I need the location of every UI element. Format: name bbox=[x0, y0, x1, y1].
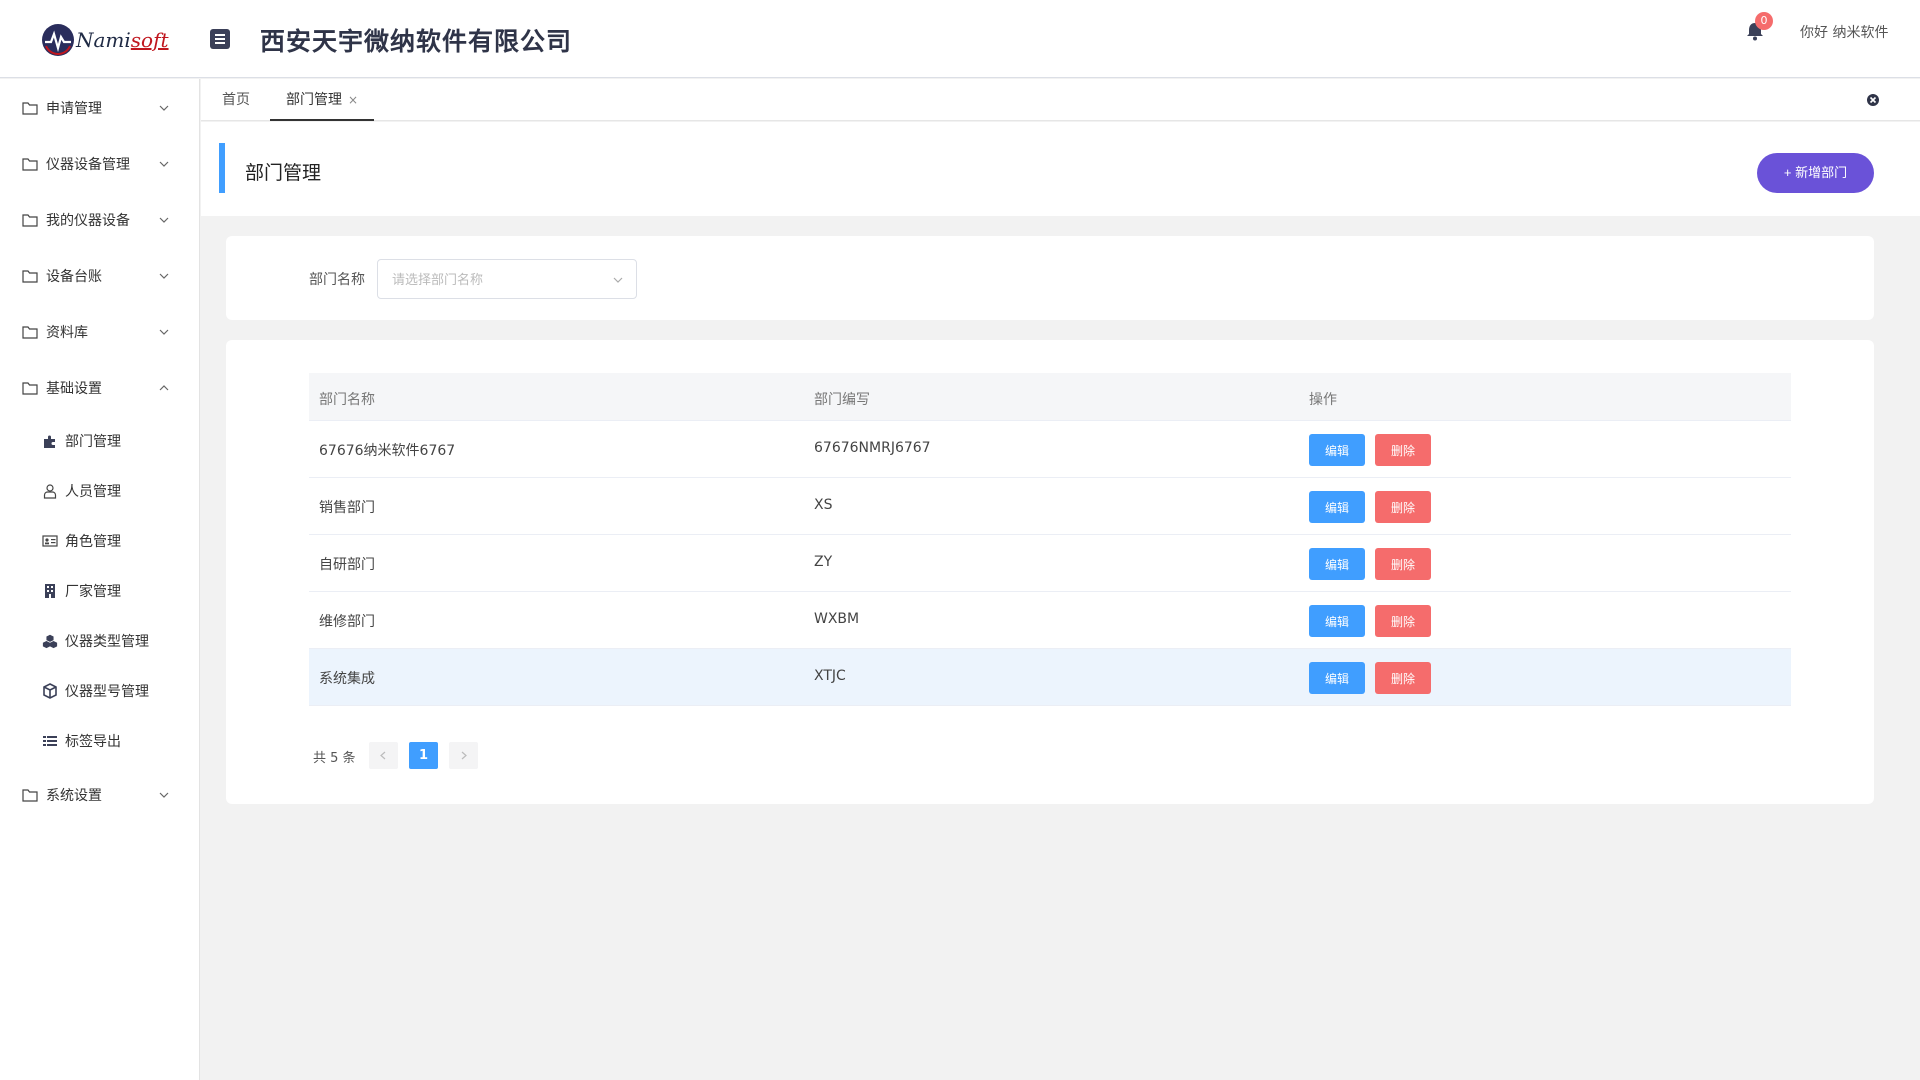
title-accent-bar bbox=[219, 143, 225, 193]
cell-department-name: 67676纳米软件6767 bbox=[319, 443, 456, 459]
cell-department-name: 自研部门 bbox=[319, 557, 375, 573]
sidebar-subitem-manufacturers[interactable]: 厂家管理 bbox=[0, 573, 200, 609]
chevron-down-icon bbox=[159, 217, 169, 223]
folder-icon bbox=[22, 326, 38, 339]
top-header: Namisoft 西安天宇微纳软件有限公司 0 你好 纳米软件 bbox=[0, 0, 1920, 78]
column-header-name: 部门名称 bbox=[319, 392, 375, 408]
edit-button[interactable]: 编辑 bbox=[1309, 548, 1365, 580]
page-header: 部门管理 + 新增部门 bbox=[201, 122, 1920, 216]
column-header-actions: 操作 bbox=[1309, 392, 1337, 408]
cell-department-code: XTJC bbox=[814, 668, 846, 684]
folder-icon bbox=[22, 214, 38, 227]
list-icon bbox=[43, 736, 57, 746]
user-icon bbox=[43, 484, 57, 499]
folder-icon bbox=[22, 270, 38, 283]
sidebar-subitem-departments[interactable]: 部门管理 bbox=[0, 423, 200, 459]
delete-button[interactable]: 删除 bbox=[1375, 662, 1431, 694]
sidebar-item-application[interactable]: 申请管理 bbox=[0, 88, 200, 128]
cell-department-name: 销售部门 bbox=[319, 500, 375, 516]
folder-icon bbox=[22, 789, 38, 802]
sidebar-subitem-instrument-types[interactable]: 仪器类型管理 bbox=[0, 623, 200, 659]
close-all-tabs-icon[interactable] bbox=[1866, 93, 1880, 107]
sidebar-subitem-instrument-models[interactable]: 仪器型号管理 bbox=[0, 673, 200, 709]
table-panel: 部门名称 部门编写 操作 67676纳米软件6767 67676NMRJ6767… bbox=[226, 340, 1874, 804]
edit-button[interactable]: 编辑 bbox=[1309, 605, 1365, 637]
chevron-down-icon bbox=[159, 792, 169, 798]
filter-label: 部门名称 bbox=[309, 272, 365, 288]
tab-close-icon[interactable]: × bbox=[348, 93, 358, 107]
sidebar-subitem-roles[interactable]: 角色管理 bbox=[0, 523, 200, 559]
chevron-down-icon bbox=[159, 105, 169, 111]
notification-badge: 0 bbox=[1755, 12, 1773, 30]
tab-departments[interactable]: 部门管理 × bbox=[270, 79, 375, 121]
sidebar-item-ledger[interactable]: 设备台账 bbox=[0, 256, 200, 296]
sidebar-item-instruments[interactable]: 仪器设备管理 bbox=[0, 144, 200, 184]
cell-department-code: ZY bbox=[814, 554, 833, 570]
delete-button[interactable]: 删除 bbox=[1375, 491, 1431, 523]
cell-department-code: XS bbox=[814, 497, 833, 513]
page-title: 部门管理 bbox=[245, 162, 322, 184]
edit-button[interactable]: 编辑 bbox=[1309, 662, 1365, 694]
delete-button[interactable]: 删除 bbox=[1375, 548, 1431, 580]
cell-department-name: 维修部门 bbox=[319, 614, 375, 630]
logo-mark-icon bbox=[42, 24, 74, 56]
company-name: 西安天宇微纳软件有限公司 bbox=[260, 27, 573, 56]
chevron-down-icon bbox=[159, 273, 169, 279]
page-number[interactable]: 1 bbox=[409, 742, 438, 769]
cell-department-code: WXBM bbox=[814, 611, 860, 627]
table-row: 67676纳米软件6767 67676NMRJ6767 编辑 删除 bbox=[309, 421, 1791, 478]
sidebar-subitem-personnel[interactable]: 人员管理 bbox=[0, 473, 200, 509]
department-name-input[interactable] bbox=[392, 270, 602, 290]
sidebar-item-my-instruments[interactable]: 我的仪器设备 bbox=[0, 200, 200, 240]
folder-icon bbox=[22, 102, 38, 115]
delete-button[interactable]: 删除 bbox=[1375, 605, 1431, 637]
sidebar: 申请管理 仪器设备管理 我的仪器设备 设备台账 资料库 基础设置 部门管理 人员… bbox=[0, 79, 200, 1080]
edit-button[interactable]: 编辑 bbox=[1309, 491, 1365, 523]
tab-home[interactable]: 首页 bbox=[222, 79, 250, 121]
cube-icon bbox=[43, 683, 57, 699]
logo[interactable]: Namisoft bbox=[42, 20, 169, 60]
filter-panel: 部门名称 bbox=[226, 236, 1874, 320]
cell-department-code: 67676NMRJ6767 bbox=[814, 440, 931, 456]
table-row: 维修部门 WXBM 编辑 删除 bbox=[309, 592, 1791, 649]
column-header-code: 部门编写 bbox=[814, 392, 870, 408]
department-table: 部门名称 部门编写 操作 67676纳米软件6767 67676NMRJ6767… bbox=[309, 373, 1791, 706]
chevron-right-icon bbox=[461, 751, 467, 760]
tab-bar: 首页 部门管理 × bbox=[201, 79, 1920, 121]
chevron-down-icon bbox=[159, 161, 169, 167]
chevron-down-icon bbox=[613, 277, 623, 283]
pagination: 共 5 条 1 bbox=[313, 742, 713, 770]
prev-page-button[interactable] bbox=[369, 742, 398, 769]
table-row: 自研部门 ZY 编辑 删除 bbox=[309, 535, 1791, 592]
add-department-button[interactable]: + 新增部门 bbox=[1757, 153, 1874, 193]
sidebar-item-library[interactable]: 资料库 bbox=[0, 312, 200, 352]
delete-button[interactable]: 删除 bbox=[1375, 434, 1431, 466]
puzzle-icon bbox=[44, 435, 55, 448]
user-greeting[interactable]: 你好 纳米软件 bbox=[1800, 22, 1888, 42]
cubes-icon bbox=[42, 634, 58, 649]
logo-text: Namisoft bbox=[76, 28, 169, 52]
chevron-left-icon bbox=[380, 751, 386, 760]
cell-department-name: 系统集成 bbox=[319, 671, 375, 687]
folder-icon bbox=[22, 382, 38, 395]
building-icon bbox=[45, 584, 55, 598]
next-page-button[interactable] bbox=[449, 742, 478, 769]
edit-button[interactable]: 编辑 bbox=[1309, 434, 1365, 466]
department-name-select[interactable] bbox=[377, 259, 637, 299]
pagination-total: 共 5 条 bbox=[313, 751, 356, 766]
sidebar-subitem-label-export[interactable]: 标签导出 bbox=[0, 723, 200, 759]
folder-icon bbox=[22, 158, 38, 171]
sidebar-item-basic-settings[interactable]: 基础设置 bbox=[0, 368, 200, 408]
chevron-up-icon bbox=[159, 385, 169, 391]
chevron-down-icon bbox=[159, 329, 169, 335]
menu-toggle-icon[interactable] bbox=[210, 29, 230, 49]
table-row: 系统集成 XTJC 编辑 删除 bbox=[309, 649, 1791, 706]
table-row: 销售部门 XS 编辑 删除 bbox=[309, 478, 1791, 535]
id-card-icon bbox=[42, 535, 58, 547]
sidebar-item-system-settings[interactable]: 系统设置 bbox=[0, 775, 200, 815]
table-header: 部门名称 部门编写 操作 bbox=[309, 373, 1791, 421]
